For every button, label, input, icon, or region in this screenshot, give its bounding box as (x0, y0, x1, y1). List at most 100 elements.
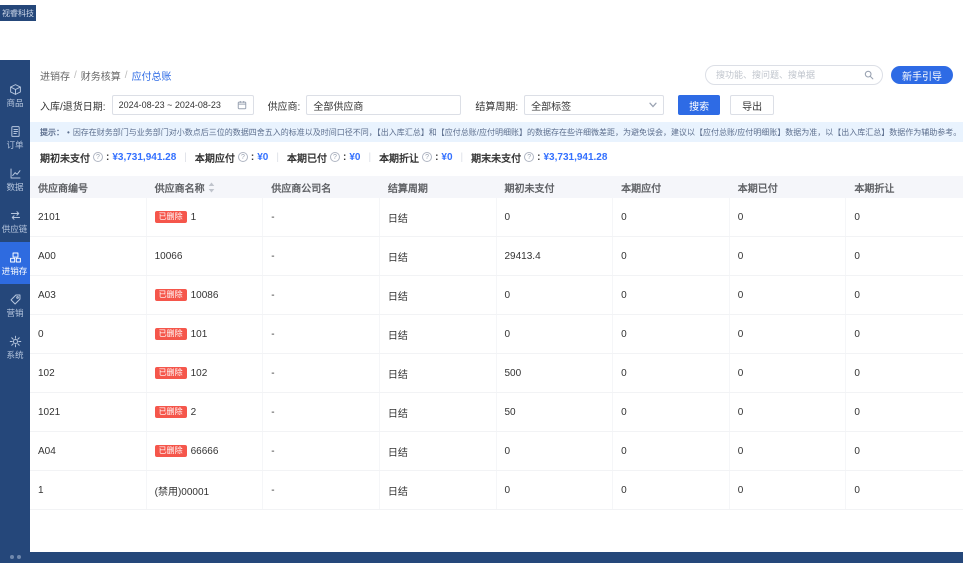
cell-current-paid: 0 (730, 393, 847, 431)
cell-current-payable: 0 (613, 471, 730, 509)
breadcrumb-separator: / (74, 70, 77, 81)
deleted-badge: 已删除 (155, 367, 187, 379)
supplier-name-text: 10066 (155, 251, 183, 262)
cell-opening-unpaid: 0 (497, 471, 614, 509)
table-row: 0已删除101-日结0000 (30, 315, 963, 354)
cell-current-paid: 0 (730, 315, 847, 353)
column-header: 本期折让 (846, 180, 963, 195)
cell-opening-unpaid: 29413.4 (497, 237, 614, 275)
sidebar-item-orders[interactable]: 订单 (0, 116, 30, 158)
settlement-period-select[interactable]: 全部标签 (524, 95, 664, 115)
supplier-name-text: 10086 (191, 290, 219, 301)
cell-current-payable: 0 (613, 315, 730, 353)
sidebar-item-products[interactable]: 商品 (0, 74, 30, 116)
app-logo: 视睿科技 (0, 5, 36, 21)
supplier-name-text: 102 (191, 368, 208, 379)
cell-current-discount: 0 (846, 276, 963, 314)
breadcrumb-inventory[interactable]: 进销存 (40, 68, 70, 83)
column-header: 本期应付 (613, 180, 730, 195)
date-range-label: 入库/退货日期: (40, 98, 106, 113)
supplier-label: 供应商: (268, 98, 301, 113)
summary-item-value: ¥3,731,941.28 (112, 152, 176, 163)
summary-separator: | (461, 152, 464, 163)
search-button[interactable]: 搜索 (678, 95, 720, 115)
cell-supplier-name: 已删除10086 (147, 276, 264, 314)
summary-separator: | (368, 152, 371, 163)
deleted-badge: 已删除 (155, 445, 187, 457)
supplier-name-text: 101 (191, 329, 208, 340)
chart-icon (9, 167, 22, 180)
cell-supplier-code: 102 (30, 354, 147, 392)
info-icon[interactable]: ? (93, 152, 103, 162)
cell-company-name: - (263, 432, 380, 470)
notice-text: 因存在财务部门与业务部门对小数点后三位的数据四舍五入的标准以及时间口径不同，【出… (73, 127, 961, 138)
footer-bar (30, 552, 963, 563)
supplier-input[interactable]: 全部供应商 (306, 95, 461, 115)
cell-settlement-period: 日结 (380, 432, 497, 470)
table-body: 2101已删除1-日结0000A0010066-日结29413.4000A03已… (30, 198, 963, 510)
cell-supplier-name: 已删除 1 (147, 198, 264, 236)
cell-settlement-period: 日结 (380, 471, 497, 509)
summary-item-colon: : (537, 152, 540, 163)
app-window: 视睿科技 商品订单数据供应链进销存营销系统 进销存 / 财务核算 / 应付总账 (0, 0, 963, 563)
breadcrumb-finance[interactable]: 财务核算 (81, 68, 121, 83)
summary-row: 期初未支付?:¥3,731,941.28|本期应付?:¥0|本期已付?:¥0|本… (30, 146, 963, 168)
column-header: 供应商编号 (30, 180, 147, 195)
sidebar-item-label: 订单 (6, 140, 23, 150)
sidebar-item-system[interactable]: 系统 (0, 326, 30, 368)
summary-item-value: ¥0 (441, 152, 452, 163)
settlement-period-value: 全部标签 (531, 98, 571, 113)
cell-opening-unpaid: 0 (497, 432, 614, 470)
sidebar-item-marketing[interactable]: 营销 (0, 284, 30, 326)
table-row: A04已删除66666-日结0000 (30, 432, 963, 471)
cell-current-discount: 0 (846, 237, 963, 275)
summary-item: 本期已付?:¥0 (287, 150, 360, 165)
info-icon[interactable]: ? (524, 152, 534, 162)
summary-item-label: 期末未支付 (471, 150, 521, 165)
cell-supplier-name: 已删除2 (147, 393, 264, 431)
cell-supplier-name: 已删除66666 (147, 432, 264, 470)
date-range-input[interactable]: 2024-08-23 ~ 2024-08-23 (112, 95, 254, 115)
cell-current-discount: 0 (846, 354, 963, 392)
cell-supplier-code: A03 (30, 276, 147, 314)
info-icon[interactable]: ? (330, 152, 340, 162)
sidebar-item-data[interactable]: 数据 (0, 158, 30, 200)
table-row: 2101已删除1-日结0000 (30, 198, 963, 237)
sidebar-item-label: 营销 (6, 308, 23, 318)
chevron-down-icon (649, 102, 657, 108)
table-row: 102已删除102-日结500000 (30, 354, 963, 393)
cell-supplier-name: 已删除101 (147, 315, 264, 353)
notice-bar: 提示： • 因存在财务部门与业务部门对小数点后三位的数据四舍五入的标准以及时间口… (30, 122, 963, 142)
breadcrumb-payable-ledger: 应付总账 (132, 68, 172, 83)
sidebar-item-supply-chain[interactable]: 供应链 (0, 200, 30, 242)
summary-item-label: 本期已付 (287, 150, 327, 165)
info-icon[interactable]: ? (238, 152, 248, 162)
cell-current-payable: 0 (613, 393, 730, 431)
sidebar-item-label: 供应链 (2, 224, 28, 234)
cell-current-paid: 0 (730, 471, 847, 509)
search-icon[interactable] (864, 70, 874, 80)
cell-company-name: - (263, 198, 380, 236)
table-row: 1(禁用)00001-日结0000 (30, 471, 963, 510)
global-search[interactable] (705, 65, 883, 85)
sidebar-item-label: 数据 (6, 182, 23, 192)
cell-opening-unpaid: 50 (497, 393, 614, 431)
column-header-label: 结算周期 (388, 180, 428, 195)
export-button[interactable]: 导出 (730, 95, 774, 115)
supplier-name-text: 1 (191, 212, 197, 223)
table-row: 1021已删除2-日结50000 (30, 393, 963, 432)
payable-ledger-table: 供应商编号供应商名称供应商公司名结算周期期初未支付本期应付本期已付本期折让 21… (30, 176, 963, 510)
deleted-badge: 已删除 (155, 211, 187, 223)
column-header[interactable]: 供应商名称 (147, 180, 264, 195)
sidebar-item-inventory[interactable]: 进销存 (0, 242, 30, 284)
global-search-input[interactable] (714, 69, 860, 81)
newbie-guide-button[interactable]: 新手引导 (891, 66, 953, 84)
column-header-label: 供应商名称 (155, 180, 205, 195)
cell-supplier-code: 0 (30, 315, 147, 353)
sidebar-item-label: 系统 (6, 350, 23, 360)
info-icon[interactable]: ? (422, 152, 432, 162)
cell-opening-unpaid: 500 (497, 354, 614, 392)
sort-icon[interactable] (208, 182, 215, 193)
cell-current-paid: 0 (730, 432, 847, 470)
sidebar-item-label: 商品 (6, 98, 23, 108)
